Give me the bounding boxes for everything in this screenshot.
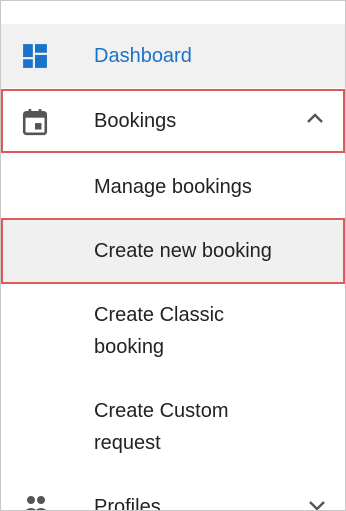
nav-subitem-label: Manage bookings — [94, 176, 252, 198]
people-icon — [26, 496, 46, 510]
nav-subitem-label: Create new booking — [94, 240, 272, 262]
nav-subitem-create-custom-request[interactable]: Create Custom request — [1, 382, 345, 480]
nav-subitem-label: Create Classic booking — [94, 304, 225, 358]
nav-item-profiles[interactable]: Profiles — [1, 483, 345, 511]
nav-item-dashboard[interactable]: Dashboard — [1, 24, 345, 88]
nav-subitem-create-new-booking[interactable]: Create new booking — [1, 218, 345, 284]
nav-subitem-manage-bookings[interactable]: Manage bookings — [1, 154, 345, 218]
side-nav: Dashboard Bookings Manage bookings Creat… — [0, 0, 346, 511]
calendar-icon — [22, 109, 48, 136]
nav-subitem-create-classic-booking[interactable]: Create Classic booking — [1, 284, 345, 382]
chevron-down-icon[interactable] — [309, 501, 325, 511]
dashboard-icon — [23, 44, 47, 68]
nav-item-bookings[interactable]: Bookings — [1, 89, 345, 153]
nav-item-dashboard-label: Dashboard — [94, 45, 192, 67]
chevron-up-icon[interactable] — [307, 113, 323, 123]
nav-item-bookings-label: Bookings — [94, 110, 177, 132]
nav-item-profiles-label: Profiles — [94, 496, 161, 511]
nav-subitem-label: Create Custom request — [94, 400, 229, 454]
